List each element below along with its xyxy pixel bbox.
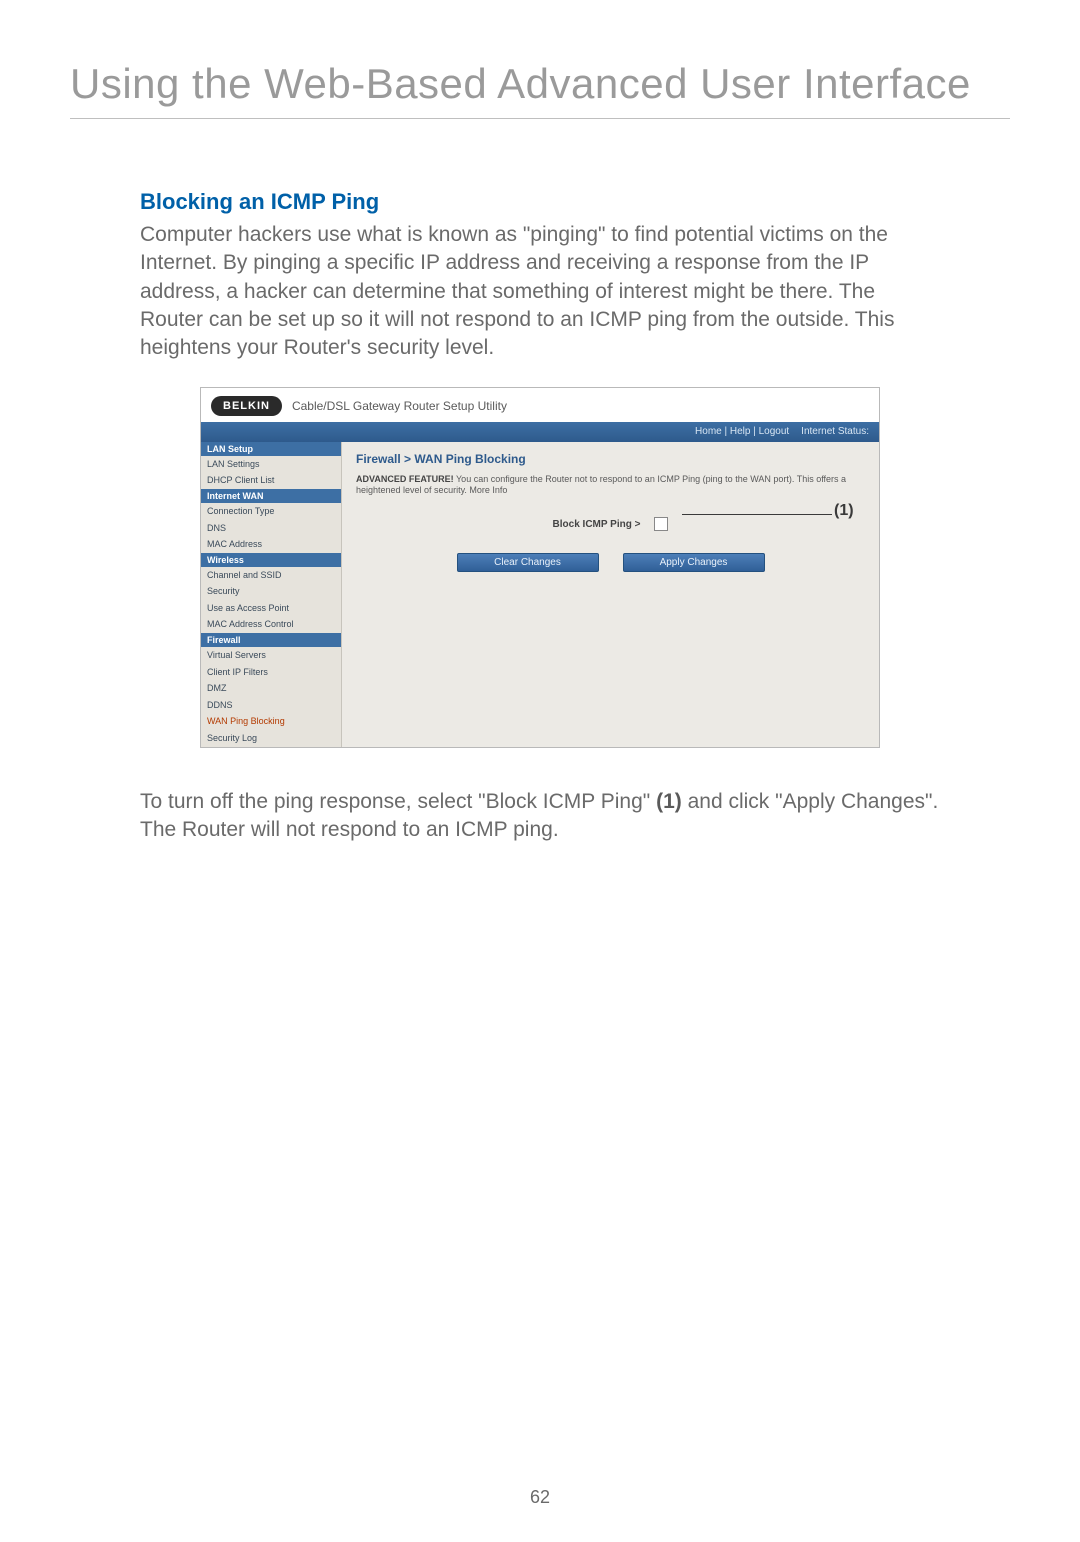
body-block: Blocking an ICMP Ping Computer hackers u… [70,189,1010,844]
clear-changes-button[interactable]: Clear Changes [457,553,599,572]
section-heading: Blocking an ICMP Ping [140,189,940,215]
sidebar-group-head: Internet WAN [201,489,341,503]
sidebar-item-dmz[interactable]: DMZ [201,680,341,697]
sidebar-item-connection-type[interactable]: Connection Type [201,503,341,520]
sidebar-item-wan-ping-blocking[interactable]: WAN Ping Blocking [201,713,341,730]
ui-header: BELKIN Cable/DSL Gateway Router Setup Ut… [201,388,879,422]
sidebar-item-dhcp-client-list[interactable]: DHCP Client List [201,472,341,489]
button-row: Clear Changes Apply Changes [356,553,865,572]
feature-label: ADVANCED FEATURE! [356,474,454,484]
outro-bold: (1) [656,790,682,813]
block-icmp-ping-checkbox[interactable] [654,517,668,531]
control-row: Block ICMP Ping > [356,517,865,531]
sidebar-item-mac-address[interactable]: MAC Address [201,536,341,553]
sidebar: LAN Setup LAN Settings DHCP Client List … [201,442,342,747]
sidebar-item-channel-ssid[interactable]: Channel and SSID [201,567,341,584]
sidebar-item-client-ip-filters[interactable]: Client IP Filters [201,664,341,681]
router-ui-screenshot: BELKIN Cable/DSL Gateway Router Setup Ut… [200,387,880,748]
sidebar-item-dns[interactable]: DNS [201,520,341,537]
outro-paragraph: To turn off the ping response, select "B… [140,788,940,845]
sidebar-item-security[interactable]: Security [201,583,341,600]
sidebar-item-virtual-servers[interactable]: Virtual Servers [201,647,341,664]
sidebar-group-head: LAN Setup [201,442,341,456]
brand-logo: BELKIN [211,396,282,416]
document-page: Using the Web-Based Advanced User Interf… [0,0,1080,1542]
sidebar-item-security-log[interactable]: Security Log [201,730,341,747]
sidebar-item-use-as-ap[interactable]: Use as Access Point [201,600,341,617]
callout-number: (1) [834,502,854,520]
content-pane: Firewall > WAN Ping Blocking ADVANCED FE… [342,442,879,747]
block-icmp-ping-label: Block ICMP Ping > [553,519,641,530]
page-title: Using the Web-Based Advanced User Interf… [70,60,1010,108]
ui-body: LAN Setup LAN Settings DHCP Client List … [201,442,879,747]
sidebar-item-mac-control[interactable]: MAC Address Control [201,616,341,633]
sidebar-group-head: Firewall [201,633,341,647]
sidebar-item-ddns[interactable]: DDNS [201,697,341,714]
top-nav-links[interactable]: Home | Help | Logout [695,426,789,437]
top-nav-bar: Home | Help | Logout Internet Status: [201,422,879,442]
callout-line [682,514,832,515]
title-divider [70,118,1010,119]
sidebar-group-head: Wireless [201,553,341,567]
page-number: 62 [0,1487,1080,1508]
breadcrumb: Firewall > WAN Ping Blocking [356,452,865,466]
sidebar-item-lan-settings[interactable]: LAN Settings [201,456,341,473]
internet-status-label: Internet Status: [801,426,869,437]
intro-paragraph: Computer hackers use what is known as "p… [140,221,940,363]
apply-changes-button[interactable]: Apply Changes [623,553,765,572]
feature-description: ADVANCED FEATURE! You can configure the … [356,474,865,497]
outro-pre: To turn off the ping response, select "B… [140,790,656,813]
product-name: Cable/DSL Gateway Router Setup Utility [292,399,507,413]
logo-row: BELKIN Cable/DSL Gateway Router Setup Ut… [211,396,869,416]
